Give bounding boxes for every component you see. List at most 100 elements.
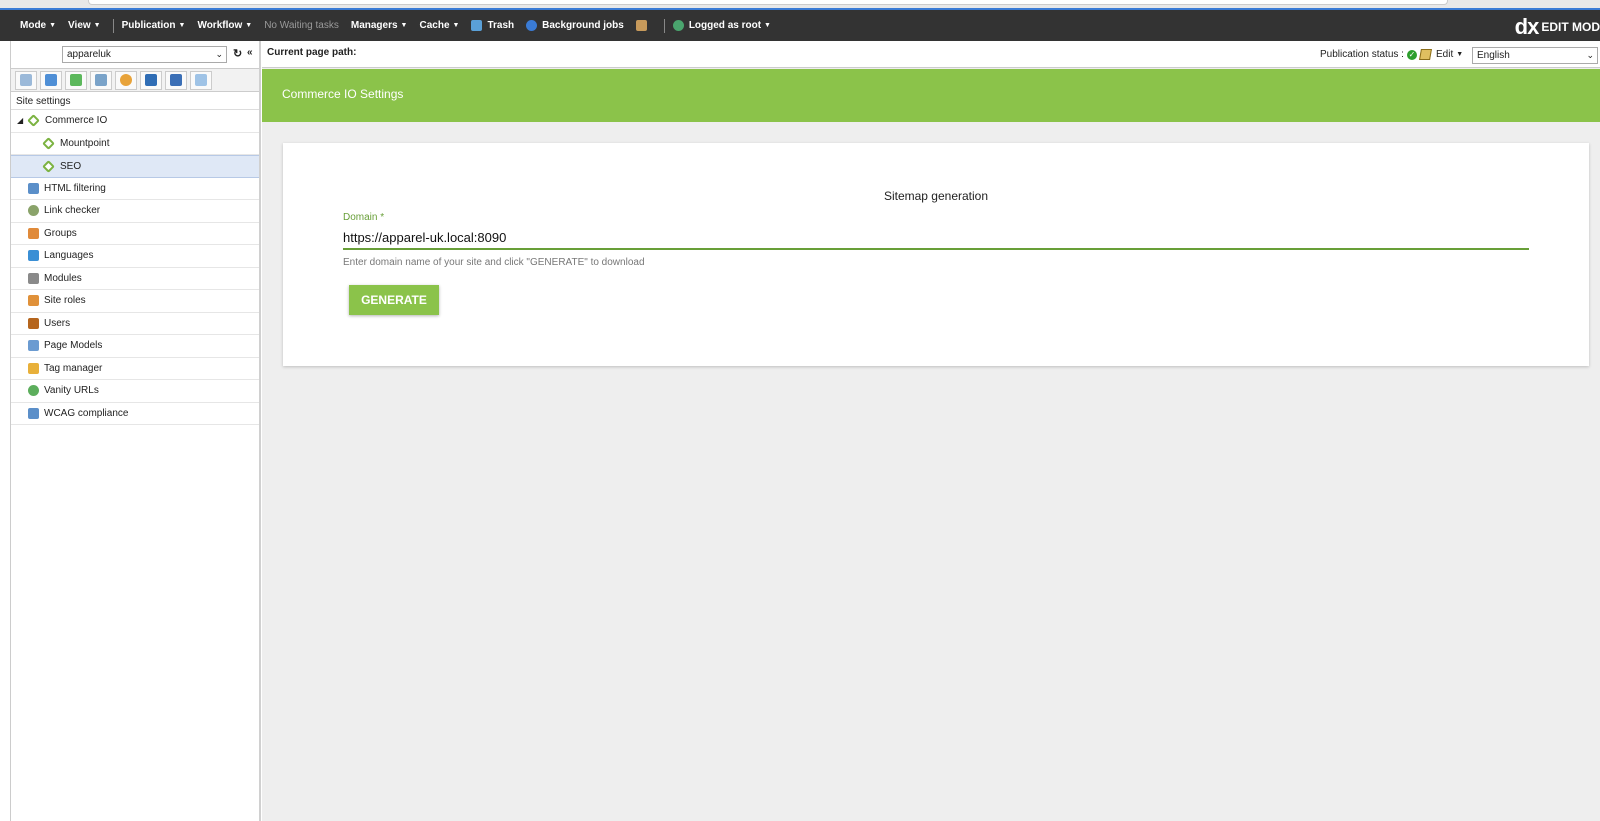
- edit-menu[interactable]: Edit ▼: [1419, 49, 1464, 60]
- search-tool-button[interactable]: [115, 70, 137, 90]
- menu-workflow[interactable]: Workflow ▼: [197, 20, 252, 31]
- generate-button[interactable]: GENERATE: [349, 285, 439, 315]
- sidebar-toolbar: [11, 68, 259, 92]
- modules-icon: [28, 272, 39, 284]
- sitemap-card: Sitemap generation Domain * Enter domain…: [283, 143, 1589, 366]
- tag-manager-icon: [28, 362, 39, 374]
- tree-item-label: Groups: [44, 227, 77, 239]
- content-tool-button[interactable]: [40, 70, 62, 90]
- tree-item-label: Users: [44, 317, 71, 329]
- tree-item-wcag-compliance[interactable]: WCAG compliance: [11, 403, 259, 425]
- tree-item-html-filtering[interactable]: HTML filtering: [11, 178, 259, 200]
- menu-trash[interactable]: Trash: [471, 20, 514, 31]
- tree-item-label: HTML filtering: [44, 182, 106, 194]
- tree-item-link-checker[interactable]: Link checker: [11, 200, 259, 223]
- check-icon: ✓: [1406, 49, 1417, 60]
- commerce-io-icon: [27, 114, 40, 128]
- workflow-tool-button[interactable]: [140, 70, 162, 90]
- current-page-path-label: Current page path:: [267, 47, 357, 58]
- sidebar-section-title: Site settings: [11, 92, 259, 110]
- sidebar: appareluk ⌄ ↻ « Site settings ◢ Commerce…: [11, 41, 261, 821]
- tree-item-page-models[interactable]: Page Models: [11, 335, 259, 358]
- sitemap-tool-button[interactable]: [15, 70, 37, 90]
- dx-logo: dx EDIT MOD: [1515, 14, 1600, 40]
- tree-item-label: Modules: [44, 272, 82, 284]
- browser-address-bar[interactable]: [88, 0, 1448, 5]
- expand-triangle-icon[interactable]: ◢: [17, 116, 23, 125]
- tree-item-languages[interactable]: Languages: [11, 245, 259, 268]
- clipboard-icon: [635, 20, 647, 31]
- users-icon: [28, 317, 39, 329]
- menu-divider: [663, 18, 665, 33]
- tree-item-groups[interactable]: Groups: [11, 223, 259, 245]
- page-path-bar: Current page path: Publication status : …: [262, 41, 1600, 68]
- tree-item-vanity-urls[interactable]: Vanity URLs: [11, 380, 259, 403]
- link-checker-icon: [28, 205, 39, 217]
- waiting-tasks-status: No Waiting tasks: [264, 20, 339, 31]
- caret-down-icon: ▼: [1456, 51, 1464, 58]
- top-menu-bar: Mode ▼ View ▼ Publication ▼ Workflow ▼ No Wa…: [0, 10, 1600, 41]
- menu-cache[interactable]: Cache ▼: [419, 20, 459, 31]
- globe-user-icon: [672, 20, 684, 31]
- tree-item-label: Page Models: [44, 340, 103, 352]
- site-select-value: appareluk: [67, 49, 111, 60]
- tree-item-label: Link checker: [44, 205, 101, 217]
- workflow-icon: [145, 74, 157, 86]
- wcag-compliance-icon: [28, 407, 39, 419]
- preview-icon: [195, 74, 207, 86]
- caret-down-icon: ▼: [245, 22, 253, 29]
- browser-chrome: [0, 0, 1600, 10]
- menu-user[interactable]: Logged as root ▼: [672, 20, 771, 31]
- tree-item-label: SEO: [60, 160, 82, 172]
- caret-down-icon: ▼: [178, 22, 186, 29]
- tree-item-tag-manager[interactable]: Tag manager: [11, 358, 259, 380]
- tree-item-users[interactable]: Users: [11, 313, 259, 335]
- tree-item-seo[interactable]: SEO: [11, 155, 259, 178]
- chevron-down-icon: ⌄: [1586, 50, 1594, 60]
- settings-tool-button[interactable]: [165, 70, 187, 90]
- menu-publication[interactable]: Publication ▼: [122, 20, 186, 31]
- chevron-down-icon: ⌄: [215, 49, 223, 59]
- tree-item-site-roles[interactable]: Site roles: [11, 290, 259, 313]
- languages-icon: [28, 250, 39, 262]
- preview-tool-button[interactable]: [190, 70, 212, 90]
- menu-view[interactable]: View ▼: [68, 20, 101, 31]
- language-select-value: English: [1477, 50, 1510, 61]
- tree-item-label: Languages: [44, 250, 94, 262]
- caret-down-icon: ▼: [764, 22, 771, 29]
- page-models-icon: [28, 340, 39, 352]
- site-select[interactable]: appareluk ⌄: [62, 46, 227, 63]
- html-filtering-icon: [28, 182, 39, 194]
- tree-item-label: Mountpoint: [60, 137, 110, 149]
- collapse-panel-icon[interactable]: «: [247, 47, 253, 58]
- domain-field-label: Domain *: [343, 212, 385, 223]
- caret-down-icon: ▼: [452, 22, 460, 29]
- caret-down-icon: ▼: [93, 22, 101, 29]
- tree-item-label: Site roles: [44, 295, 86, 307]
- components-icon: [70, 74, 82, 86]
- caret-down-icon: ▼: [49, 22, 57, 29]
- tree-item-commerce-io[interactable]: ◢ Commerce IO: [11, 110, 259, 133]
- settings-tree: ◢ Commerce IO Mountpoint SEO HTML filter…: [11, 110, 259, 425]
- tree-item-modules[interactable]: Modules: [11, 268, 259, 290]
- seo-icon: [42, 159, 55, 173]
- tree-item-label: Tag manager: [44, 362, 103, 374]
- tree-item-mountpoint[interactable]: Mountpoint: [11, 133, 259, 155]
- files-icon: [95, 74, 107, 86]
- menu-background-jobs[interactable]: Background jobs: [526, 20, 624, 31]
- publication-status: Publication status : ✓: [1320, 49, 1417, 60]
- clipboard-button[interactable]: [635, 20, 652, 31]
- edit-mode-label: EDIT MOD: [1541, 20, 1600, 34]
- menu-mode[interactable]: Mode ▼: [20, 20, 56, 31]
- refresh-icon[interactable]: ↻: [233, 47, 242, 60]
- vanity-urls-icon: [28, 385, 39, 397]
- components-tool-button[interactable]: [65, 70, 87, 90]
- domain-input[interactable]: [343, 226, 1529, 250]
- publication-status-label: Publication status :: [1320, 49, 1404, 60]
- language-select[interactable]: English ⌄: [1472, 47, 1598, 64]
- main-area: Current page path: Publication status : …: [262, 41, 1600, 821]
- menu-managers[interactable]: Managers ▼: [351, 20, 408, 31]
- files-tool-button[interactable]: [90, 70, 112, 90]
- sitemap-icon: [20, 74, 32, 86]
- trash-icon: [471, 20, 483, 31]
